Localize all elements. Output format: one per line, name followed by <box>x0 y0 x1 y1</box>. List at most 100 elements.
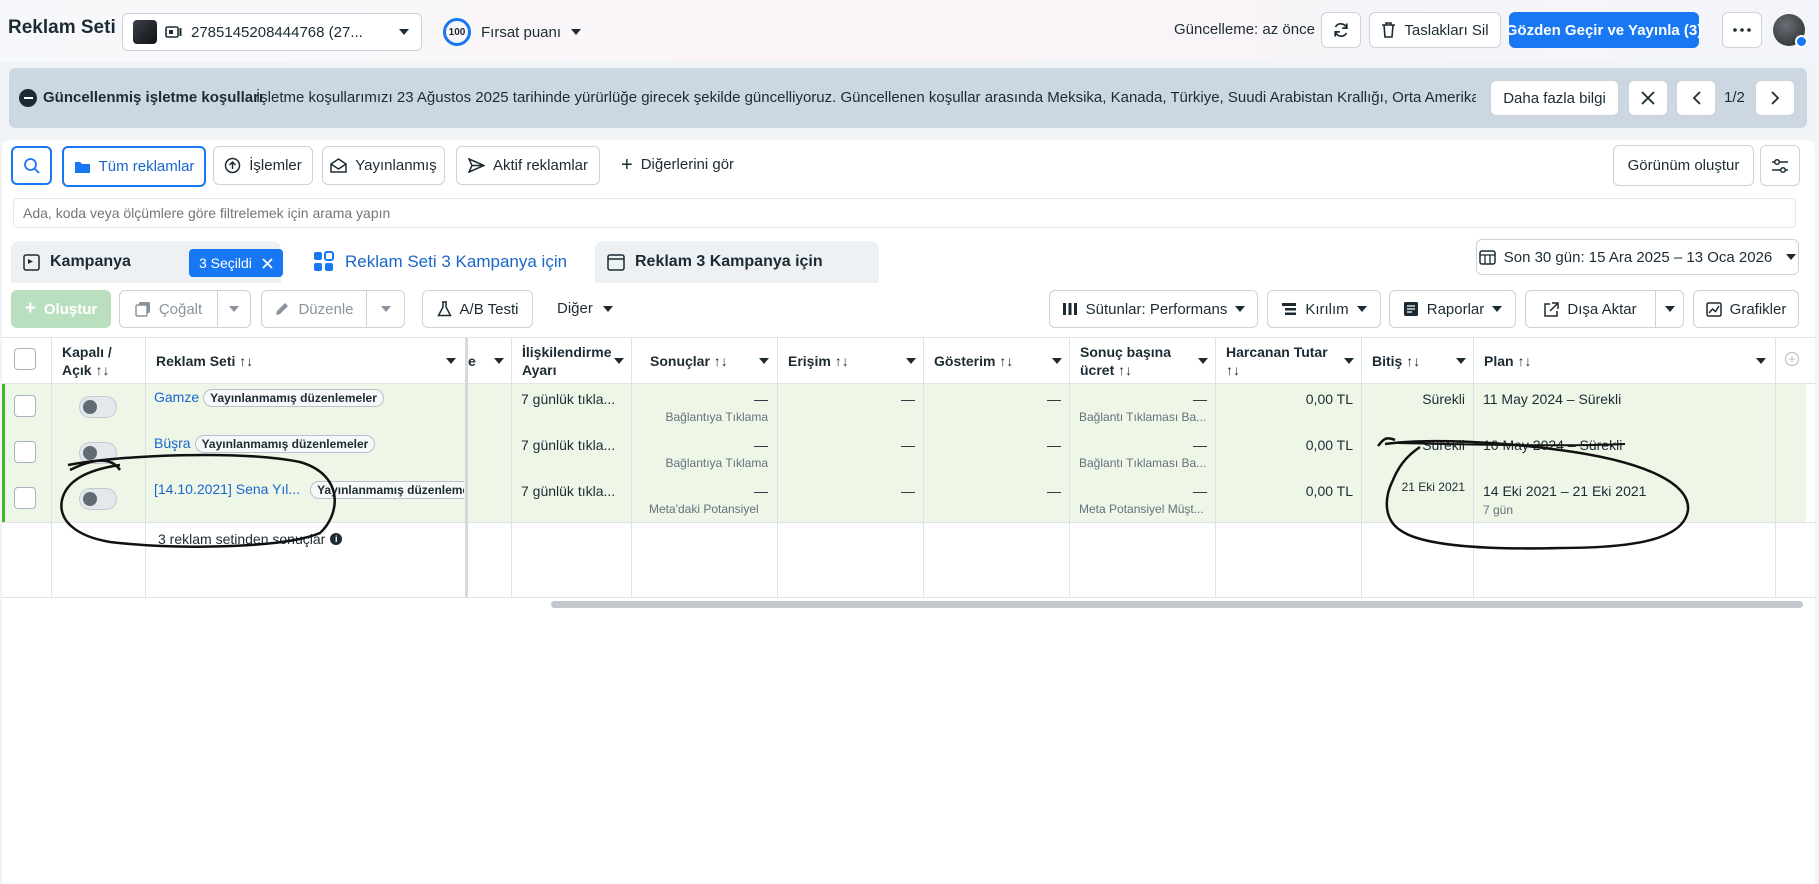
more-icon <box>1733 28 1751 32</box>
filter-active-ads[interactable]: Aktif reklamlar <box>456 146 600 185</box>
duplicate-button[interactable]: Çoğalt <box>119 290 218 328</box>
ab-test-button[interactable]: A/B Testi <box>422 290 533 328</box>
next-notice-button[interactable] <box>1755 80 1795 116</box>
reach-cell: — <box>901 483 915 499</box>
adset-name-cell[interactable]: Gamze Yayınlanmamış düzenlemeler <box>154 389 464 408</box>
filter-actions[interactable]: İşlemler <box>213 146 313 185</box>
columns-button[interactable]: Sütunlar: Performans <box>1049 290 1258 328</box>
cost-per-result-cell: — <box>1193 437 1207 453</box>
column-header-attribution-line1: İlişkilendirme <box>522 344 612 360</box>
add-column-icon[interactable]: + <box>1785 352 1799 366</box>
results-type-cell: Meta'daki Potansiyel ... <box>649 502 763 516</box>
tab-adset[interactable]: Reklam Seti 3 Kampanya için <box>301 240 585 284</box>
chevron-down-icon <box>759 358 769 364</box>
column-header-cost-per-result[interactable]: Sonuç başına ücret ↑↓ <box>1070 338 1216 384</box>
column-header-attribution[interactable]: İlişkilendirme Ayarı <box>512 338 632 384</box>
column-header-results[interactable]: Sonuçlar ↑↓ <box>640 338 777 384</box>
delete-drafts-button[interactable]: Taslakları Sil <box>1369 12 1501 48</box>
edit-button[interactable]: Düzenle <box>261 290 367 328</box>
reports-label: Raporlar <box>1426 300 1485 318</box>
export-button[interactable]: Dışa Aktar <box>1525 290 1656 328</box>
export-dropdown[interactable] <box>1655 290 1684 328</box>
more-options-button[interactable] <box>1722 12 1762 48</box>
column-header-schedule-label: Plan ↑↓ <box>1484 353 1532 369</box>
rows-bottom-border <box>2 522 1815 523</box>
date-range-label: Son 30 gün: 15 Ara 2025 – 13 Oca 2026 <box>1503 248 1773 266</box>
close-icon <box>262 257 273 269</box>
column-divider <box>1069 338 1070 597</box>
column-header-spent[interactable]: Harcanan Tutar ↑↓ <box>1216 338 1362 384</box>
row-checkbox[interactable] <box>14 441 36 463</box>
create-button[interactable]: + Oluştur <box>11 290 111 328</box>
refresh-button[interactable] <box>1321 12 1361 48</box>
search-input[interactable] <box>13 198 1796 228</box>
unpublished-badge: Yayınlanmamış düzenleme <box>310 481 464 500</box>
column-header-name[interactable]: Reklam Seti ↑↓ <box>146 338 466 384</box>
cost-per-result-cell: — <box>1193 483 1207 499</box>
impressions-cell: — <box>1047 437 1061 453</box>
column-header-impressions-label: Gösterim ↑↓ <box>934 353 1014 369</box>
report-icon <box>1403 302 1418 316</box>
summary-label: 3 reklam setinden sonuçlar <box>158 531 326 547</box>
ad-window-icon <box>607 253 625 271</box>
date-range-picker[interactable]: Son 30 gün: 15 Ara 2025 – 13 Oca 2026 <box>1476 239 1799 275</box>
learn-more-button[interactable]: Daha fazla bilgi <box>1490 80 1619 116</box>
tab-ad[interactable]: Reklam 3 Kampanya için <box>595 241 879 283</box>
publish-button[interactable]: Gözden Geçir ve Yayınla (3) <box>1506 12 1702 48</box>
user-avatar[interactable] <box>1773 14 1808 48</box>
row-toggle[interactable] <box>79 488 117 510</box>
filter-published[interactable]: Yayınlanmış <box>322 146 445 185</box>
frozen-column-divider <box>465 338 468 597</box>
create-view-button[interactable]: Görünüm oluştur <box>1613 145 1754 186</box>
column-header-reach-label: Erişim ↑↓ <box>788 353 849 369</box>
row-checkbox[interactable] <box>14 487 36 509</box>
edit-dropdown[interactable] <box>366 290 405 328</box>
selected-chip[interactable]: 3 Seçildi <box>189 249 283 277</box>
column-header-reach[interactable]: Erişim ↑↓ <box>778 338 924 384</box>
reports-button[interactable]: Raporlar <box>1389 290 1516 328</box>
column-divider <box>1775 338 1776 597</box>
adset-name-cell[interactable]: [14.10.2021] Sena Yıl... Yayınlanmamış dü… <box>154 481 464 500</box>
attribution-cell: 7 günlük tıkla... <box>521 391 616 407</box>
column-header-end[interactable]: Bitiş ↑↓ <box>1362 338 1474 384</box>
selected-chip-label: 3 Seçildi <box>199 255 252 271</box>
column-divider <box>1473 338 1474 597</box>
account-selector[interactable]: 2785145208444768 (27... <box>122 13 422 51</box>
column-header-impressions[interactable]: Gösterim ↑↓ <box>924 338 1070 384</box>
select-all-checkbox[interactable] <box>14 348 36 370</box>
column-header-spent-line2: ↑↓ <box>1226 362 1240 378</box>
cost-per-result-type-cell: Bağlantı Tıklaması Ba... <box>1079 456 1207 470</box>
adset-name-link[interactable]: Büşra <box>154 435 191 451</box>
row-toggle[interactable] <box>79 442 117 464</box>
more-actions-button[interactable]: Diğer <box>557 300 613 317</box>
adset-name-link[interactable]: [14.10.2021] Sena Yıl... <box>154 481 300 497</box>
column-header-hidden[interactable]: e <box>468 338 512 384</box>
chevron-down-icon <box>1786 254 1797 260</box>
see-others-link[interactable]: + Diğerlerini gör <box>621 155 735 175</box>
columns-label: Sütunlar: Performans <box>1085 300 1228 318</box>
duplicate-dropdown[interactable] <box>217 290 251 328</box>
search-field[interactable] <box>14 199 1795 227</box>
previous-notice-button[interactable] <box>1676 80 1716 116</box>
row-toggle[interactable] <box>79 396 117 418</box>
filter-all-ads[interactable]: Tüm reklamlar <box>62 146 206 187</box>
update-status: Güncelleme: az önce <box>1174 21 1315 38</box>
column-header-spent-line1: Harcanan Tutar <box>1226 344 1328 360</box>
breakdown-button[interactable]: Kırılım <box>1267 290 1381 328</box>
column-header-toggle[interactable]: Kapalı / Açık ↑↓ <box>52 338 142 384</box>
search-button[interactable] <box>11 146 52 185</box>
delete-drafts-label: Taslakları Sil <box>1404 21 1489 39</box>
charts-button[interactable]: Grafikler <box>1693 290 1799 328</box>
adset-name-link[interactable]: Gamze <box>154 389 199 405</box>
close-notice-button[interactable] <box>1628 80 1668 116</box>
column-header-end-label: Bitiş ↑↓ <box>1372 353 1421 369</box>
see-others-label: Diğerlerini gör <box>640 156 735 173</box>
horizontal-scrollbar[interactable] <box>551 601 1803 608</box>
info-icon[interactable]: i <box>330 533 343 545</box>
opportunity-score[interactable]: 100 Fırsat puanı <box>443 18 582 46</box>
column-header-schedule[interactable]: Plan ↑↓ <box>1474 338 1776 384</box>
view-settings-button[interactable] <box>1760 145 1800 186</box>
row-checkbox[interactable] <box>14 395 36 417</box>
filter-active-ads-label: Aktif reklamlar <box>492 157 589 174</box>
adset-name-cell[interactable]: Büşra Yayınlanmamış düzenlemeler <box>154 435 464 454</box>
